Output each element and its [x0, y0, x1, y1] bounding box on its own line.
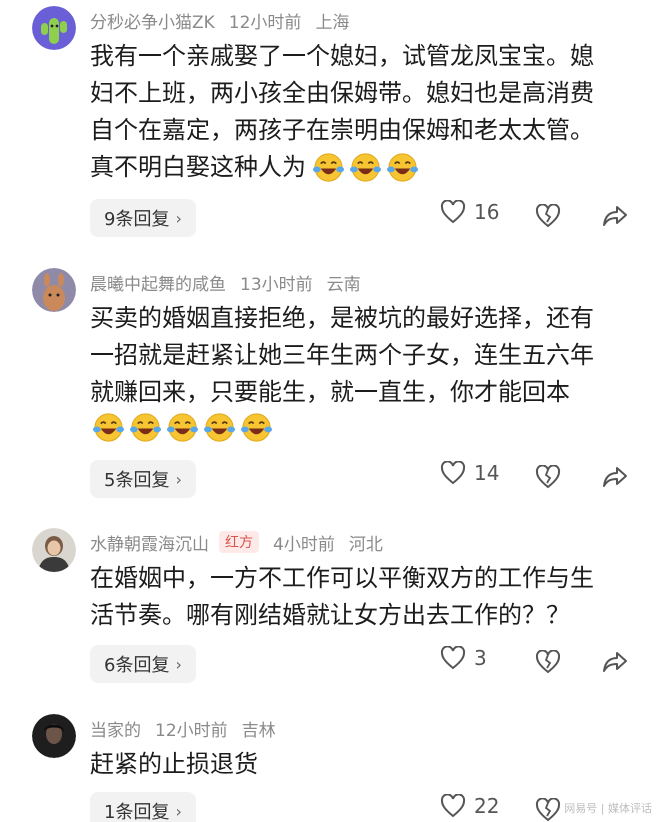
- share-button[interactable]: [602, 650, 628, 678]
- chevron-right-icon: ›: [175, 654, 182, 674]
- comment-text: 在婚姻中，一方不工作可以平衡双方的工作与生 活节奏。哪有刚结婚就让女方出去工作的…: [90, 560, 635, 634]
- watermark: 网易号 | 媒体评话: [564, 802, 652, 815]
- broken-heart-icon: [535, 464, 561, 489]
- view-replies-button[interactable]: 6条回复 ›: [90, 645, 196, 683]
- stance-badge: 红方: [219, 531, 259, 553]
- username[interactable]: 当家的: [90, 716, 141, 741]
- broken-heart-icon: [535, 797, 561, 822]
- like-button[interactable]: 16: [440, 200, 499, 224]
- dislike-button[interactable]: [535, 797, 561, 822]
- comment-line: 妇不上班，两小孩全由保姆带。媳妇也是高消费: [90, 79, 594, 107]
- laughing-crying-emoji-icon: [349, 153, 382, 182]
- comment-line: 买卖的婚姻直接拒绝，是被坑的最好选择，还有: [90, 304, 594, 332]
- like-button[interactable]: 14: [440, 461, 499, 485]
- avatar[interactable]: [32, 714, 76, 758]
- like-button[interactable]: 22: [440, 794, 499, 818]
- like-count: 3: [474, 646, 487, 670]
- comment-meta: 水静朝霞海沉山 红方 4小时前 河北: [90, 528, 383, 556]
- username[interactable]: 晨曦中起舞的咸鱼: [90, 270, 226, 295]
- laughing-crying-emoji-icon: [240, 413, 273, 442]
- dislike-button[interactable]: [535, 203, 561, 232]
- reply-count: 5条回复: [104, 470, 170, 491]
- location: 吉林: [241, 720, 276, 741]
- comment-text: 赶紧的止损退货: [90, 746, 635, 783]
- broken-heart-icon: [535, 203, 561, 228]
- comment-line: 活节奏。哪有刚结婚就让女方出去工作的？？: [90, 601, 570, 629]
- dislike-button[interactable]: [535, 464, 561, 493]
- comment-actions: 3: [440, 646, 640, 682]
- like-button[interactable]: 3: [440, 646, 487, 670]
- photo-avatar-icon: [32, 528, 76, 572]
- share-button[interactable]: [602, 204, 628, 232]
- comment-text: 我有一个亲戚娶了一个媳妇，试管龙凤宝宝。媳 妇不上班，两小孩全由保姆带。媳妇也是…: [90, 38, 635, 186]
- share-button[interactable]: [602, 465, 628, 493]
- llama-avatar-icon: [32, 268, 76, 312]
- laughing-crying-emoji-icon: [312, 153, 345, 182]
- comment-line: 自个在嘉定，两孩子在崇明由保姆和老太太管。: [90, 116, 594, 144]
- location: 河北: [348, 534, 383, 555]
- share-icon: [603, 206, 627, 226]
- chevron-right-icon: ›: [175, 469, 182, 489]
- comment-last-line: 真不明白娶这种人为: [90, 149, 635, 186]
- like-count: 16: [474, 200, 500, 224]
- emoji-group: [312, 151, 419, 184]
- view-replies-button[interactable]: 1条回复 ›: [90, 792, 196, 822]
- broken-heart-icon: [535, 649, 561, 674]
- location: 云南: [326, 274, 361, 295]
- username[interactable]: 分秒必争小猫ZK: [90, 8, 215, 33]
- avatar[interactable]: [32, 6, 76, 50]
- reply-count: 6条回复: [104, 655, 170, 676]
- dislike-button[interactable]: [535, 649, 561, 678]
- avatar[interactable]: [32, 268, 76, 312]
- comment-meta: 分秒必争小猫ZK 12小时前 上海: [90, 6, 349, 34]
- comment-line: 我有一个亲戚娶了一个媳妇，试管龙凤宝宝。媳: [90, 42, 594, 70]
- location: 上海: [315, 12, 350, 33]
- portrait-avatar-icon: [32, 714, 76, 758]
- view-replies-button[interactable]: 9条回复 ›: [90, 199, 196, 237]
- comment-line: 在婚姻中，一方不工作可以平衡双方的工作与生: [90, 564, 594, 592]
- cactus-avatar-icon: [32, 6, 76, 50]
- share-icon: [603, 652, 627, 672]
- comment-text: 买卖的婚姻直接拒绝，是被坑的最好选择，还有 一招就是赶紧让她三年生两个子女，连生…: [90, 300, 635, 444]
- view-replies-button[interactable]: 5条回复 ›: [90, 460, 196, 498]
- heart-icon: [440, 461, 466, 485]
- username[interactable]: 水静朝霞海沉山: [90, 530, 209, 555]
- chevron-right-icon: ›: [175, 801, 182, 821]
- timestamp: 13小时前: [240, 274, 313, 295]
- comment-line: 真不明白娶这种人为: [90, 153, 306, 181]
- emoji-group: [92, 411, 273, 444]
- like-count: 22: [474, 794, 500, 818]
- comment-line: 就赚回来，只要能生，就一直生，你才能回本: [90, 378, 570, 406]
- timestamp: 4小时前: [273, 534, 335, 555]
- chevron-right-icon: ›: [175, 208, 182, 228]
- timestamp: 12小时前: [228, 12, 302, 33]
- share-icon: [603, 467, 627, 487]
- comment-actions: 16: [440, 200, 640, 236]
- avatar[interactable]: [32, 528, 76, 572]
- heart-icon: [440, 794, 466, 818]
- laughing-crying-emoji-icon: [203, 413, 236, 442]
- comment-line: 赶紧的止损退货: [90, 750, 258, 778]
- like-count: 14: [474, 461, 500, 485]
- comment-last-line: [90, 411, 635, 444]
- laughing-crying-emoji-icon: [92, 413, 125, 442]
- heart-icon: [440, 646, 466, 670]
- comment-actions: 14: [440, 461, 640, 497]
- comment-meta: 当家的 12小时前 吉林: [90, 714, 276, 742]
- comment-meta: 晨曦中起舞的咸鱼 13小时前 云南: [90, 268, 361, 296]
- reply-count: 1条回复: [104, 802, 170, 822]
- comment-line: 一招就是赶紧让她三年生两个子女，连生五六年: [90, 341, 594, 369]
- heart-icon: [440, 200, 466, 224]
- laughing-crying-emoji-icon: [386, 153, 419, 182]
- reply-count: 9条回复: [104, 209, 170, 230]
- laughing-crying-emoji-icon: [129, 413, 162, 442]
- laughing-crying-emoji-icon: [166, 413, 199, 442]
- timestamp: 12小时前: [155, 720, 228, 741]
